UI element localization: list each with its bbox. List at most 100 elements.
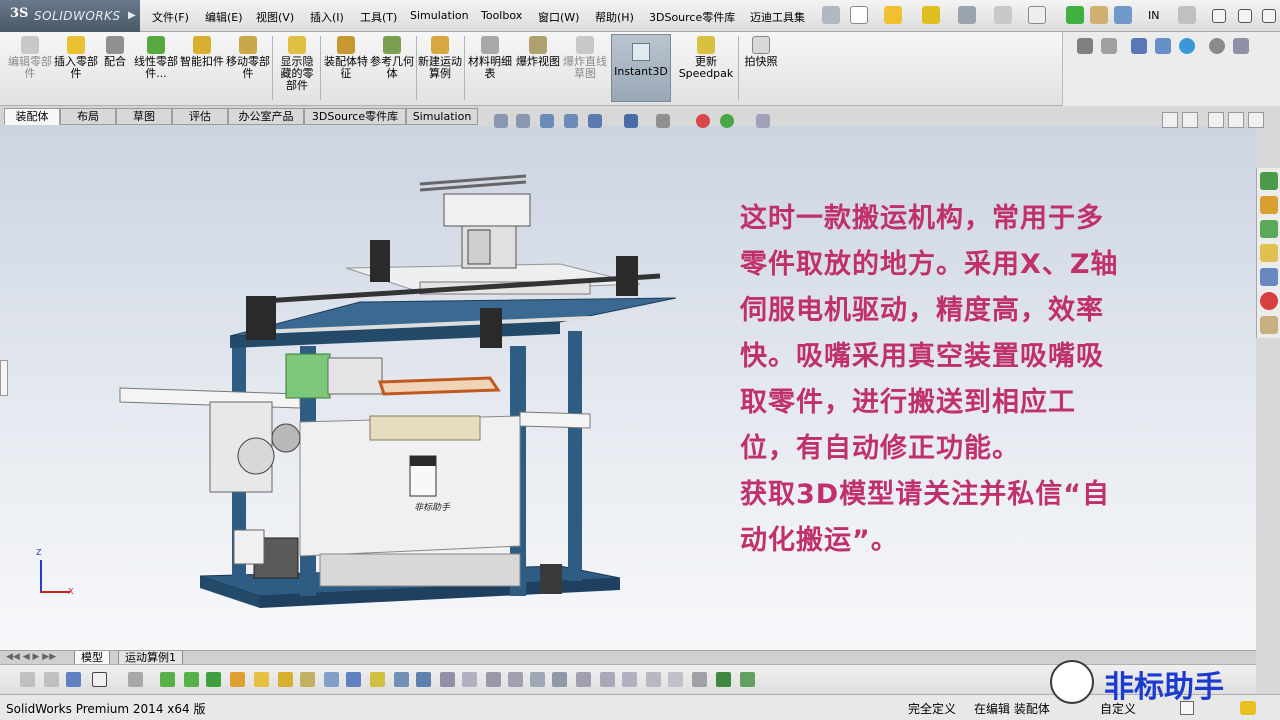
undo-icon[interactable] — [994, 6, 1012, 24]
menu-help[interactable]: 帮助(H) — [595, 9, 634, 25]
filter-cosmetic-icon[interactable] — [462, 672, 477, 687]
menu-3dsource[interactable]: 3DSource零件库 — [649, 9, 735, 25]
display-style-icon[interactable] — [624, 114, 638, 128]
tab-simulation[interactable]: Simulation — [406, 108, 478, 125]
update-speedpak-button[interactable]: 更新 Speedpak — [676, 36, 736, 80]
filter-weld-symbol-icon[interactable] — [646, 672, 661, 687]
design-library-icon[interactable] — [1260, 220, 1278, 238]
filter-surface-finish-icon[interactable] — [622, 672, 637, 687]
filter-solids-icon[interactable] — [206, 672, 221, 687]
zoom-to-fit-icon[interactable] — [494, 114, 508, 128]
filter-datum-icon[interactable] — [370, 672, 385, 687]
menu-view[interactable]: 视图(V) — [256, 9, 294, 25]
open-folder-icon[interactable] — [884, 6, 902, 24]
filter-annotations-icon[interactable] — [300, 672, 315, 687]
menu-tools[interactable]: 工具(T) — [360, 9, 397, 25]
menu-window[interactable]: 窗口(W) — [538, 9, 579, 25]
feature-tree-collapse-handle[interactable] — [0, 360, 8, 396]
new-document-icon[interactable] — [850, 6, 868, 24]
select-icon[interactable] — [92, 672, 107, 687]
tab-office-products[interactable]: 办公室产品 — [228, 108, 304, 125]
tab-layout[interactable]: 布局 — [60, 108, 116, 125]
home-icon[interactable] — [1260, 196, 1278, 214]
linear-pattern-button[interactable]: 线性零部件... — [134, 36, 178, 80]
filter-icon[interactable] — [20, 672, 35, 687]
file-properties-icon[interactable] — [1090, 6, 1108, 24]
filter-gtol-icon[interactable] — [576, 672, 591, 687]
globe-icon[interactable] — [1179, 38, 1195, 54]
move-component-button[interactable]: 移动零部件 — [226, 36, 270, 80]
filter-welds-icon[interactable] — [394, 672, 409, 687]
settings-icon[interactable] — [1233, 38, 1249, 54]
smart-fasteners-button[interactable]: 智能扣件 — [180, 36, 224, 68]
tab-sketch[interactable]: 草图 — [116, 108, 172, 125]
mate-reference-icon[interactable] — [1101, 38, 1117, 54]
close-icon[interactable] — [1262, 9, 1276, 23]
menu-edit[interactable]: 编辑(E) — [205, 9, 243, 25]
filter-surface-icon[interactable] — [416, 672, 431, 687]
insert-component-button[interactable]: 插入零部件 — [54, 36, 98, 80]
take-snapshot-button[interactable]: 拍快照 — [740, 36, 782, 68]
filter-routing-icon[interactable] — [692, 672, 707, 687]
save-icon[interactable] — [922, 6, 940, 24]
doc-restore-icon[interactable] — [1228, 112, 1244, 128]
edit-component-button[interactable]: 编辑零部件 — [8, 36, 52, 80]
doc-close-icon[interactable] — [1248, 112, 1264, 128]
help-icon[interactable] — [1178, 6, 1196, 24]
filter-datum-target-icon[interactable] — [600, 672, 615, 687]
apply-scene-icon[interactable] — [720, 114, 734, 128]
view-palette-icon[interactable] — [1260, 268, 1278, 286]
tree-icon[interactable] — [1155, 38, 1171, 54]
filter-vertices-icon[interactable] — [160, 672, 175, 687]
filter-faces-icon[interactable] — [184, 672, 199, 687]
section-view-icon[interactable] — [564, 114, 578, 128]
filter-dowel-icon[interactable] — [440, 672, 455, 687]
new-motion-study-button[interactable]: 新建运动算例 — [418, 36, 462, 80]
solidworks-logo[interactable]: 3S SOLIDWORKS ▶ — [0, 0, 140, 32]
filter-sketch-icon[interactable] — [230, 672, 245, 687]
graphics-area[interactable]: 非标助手 Z X 这时一款搬运机构，常用于多 零件取放的地方。采用X、Z轴 伺服… — [0, 126, 1256, 650]
tab-scroll-arrows-icon[interactable]: ◀◀ ◀ ▶ ▶▶ — [6, 652, 56, 662]
restore-icon[interactable] — [1238, 9, 1252, 23]
print-icon[interactable] — [958, 6, 976, 24]
filter-connection-icon[interactable] — [716, 672, 731, 687]
previous-view-icon[interactable] — [540, 114, 554, 128]
select-pointer-icon[interactable] — [1028, 6, 1046, 24]
filter-hole-callout-icon[interactable] — [668, 672, 683, 687]
custom-properties-icon[interactable] — [1260, 316, 1278, 334]
menu-toolbox[interactable]: Toolbox — [481, 9, 522, 22]
filter-midpoint-icon[interactable] — [740, 672, 755, 687]
rebuild-icon[interactable] — [1066, 6, 1084, 24]
key-icon[interactable] — [1077, 38, 1093, 54]
tile-right-icon[interactable] — [1182, 112, 1198, 128]
filter-centermark-icon[interactable] — [552, 672, 567, 687]
assembly-features-button[interactable]: 装配体特征 — [324, 36, 368, 80]
pin-icon[interactable] — [822, 6, 840, 24]
filter-notes-icon[interactable] — [278, 672, 293, 687]
filter-edges-icon[interactable] — [66, 672, 81, 687]
filter-toggle-icon[interactable] — [44, 672, 59, 687]
options-icon[interactable] — [1114, 6, 1132, 24]
minimize-icon[interactable] — [1212, 9, 1226, 23]
tab-model[interactable]: 模型 — [74, 651, 110, 665]
instant3d-button[interactable]: Instant3D — [611, 34, 671, 102]
filter-balloon-icon[interactable] — [486, 672, 501, 687]
doc-minimize-icon[interactable] — [1208, 112, 1224, 128]
explode-line-sketch-button[interactable]: 爆炸直线草图 — [562, 36, 608, 80]
reference-geometry-button[interactable]: 参考几何体 — [370, 36, 414, 80]
filter-axes-icon[interactable] — [346, 672, 361, 687]
view-settings-icon[interactable] — [756, 114, 770, 128]
gear-icon[interactable] — [1209, 38, 1225, 54]
filter-tables-icon[interactable] — [508, 672, 523, 687]
mate-button[interactable]: 配合 — [100, 36, 130, 68]
select-other-icon[interactable] — [128, 672, 143, 687]
file-explorer-icon[interactable] — [1260, 244, 1278, 262]
menu-maidi-tools[interactable]: 迈迪工具集 — [750, 9, 805, 25]
menu-simulation[interactable]: Simulation — [410, 9, 469, 22]
tab-motion-study[interactable]: 运动算例1 — [118, 651, 183, 665]
solidworks-resources-icon[interactable] — [1260, 172, 1278, 190]
tab-assembly[interactable]: 装配体 — [4, 108, 60, 125]
search-label[interactable]: IN — [1148, 9, 1159, 22]
filter-planes-icon[interactable] — [324, 672, 339, 687]
exploded-view-button[interactable]: 爆炸视图 — [516, 36, 560, 68]
